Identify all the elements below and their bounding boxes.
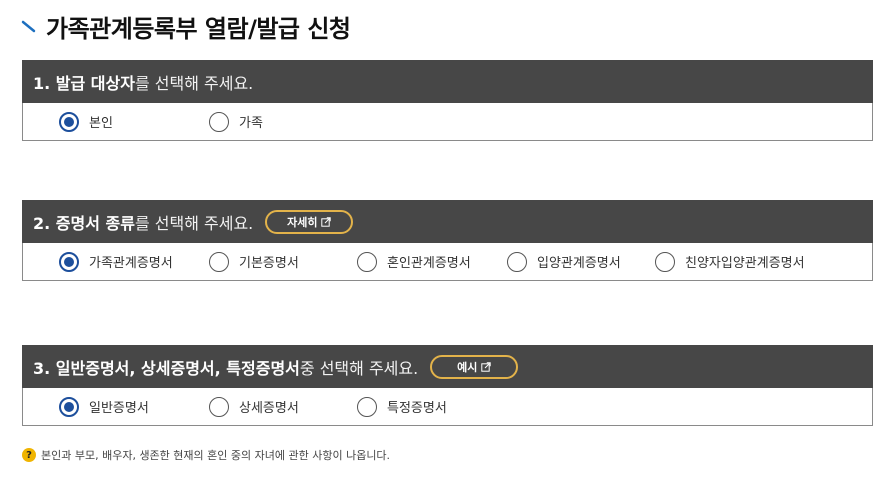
section-certificate-detail-heading-rest: 중 선택해 주세요.	[299, 358, 419, 378]
radio-unselected-icon[interactable]	[655, 251, 675, 272]
radio-option-family-relation[interactable]: 가족관계증명서	[59, 243, 173, 280]
radio-option-marriage[interactable]: 혼인관계증명서	[357, 243, 471, 280]
radio-unselected-icon[interactable]	[507, 251, 527, 272]
example-button[interactable]: 예시	[430, 354, 519, 379]
radio-option-label: 기본증명서	[239, 256, 299, 271]
section-certificate-detail: 3. 일반증명서, 상세증명서, 특정증명서 중 선택해 주세요. 예시 일반증…	[22, 345, 873, 426]
radio-option-label: 가족관계증명서	[89, 256, 173, 271]
external-link-icon	[481, 361, 492, 372]
radio-option-label: 상세증명서	[239, 401, 299, 416]
radio-option-basic[interactable]: 기본증명서	[209, 243, 299, 280]
radio-unselected-icon[interactable]	[209, 111, 229, 132]
section-target: 1. 발급 대상자 를 선택해 주세요. 본인 가족	[22, 60, 873, 141]
radio-option-label: 입양관계증명서	[537, 256, 621, 271]
radio-selected-icon[interactable]	[59, 251, 79, 272]
radio-unselected-icon[interactable]	[209, 396, 229, 417]
help-note-text: 본인과 부모, 배우자, 생존한 현재의 혼인 중의 자녀에 관한 사항이 나옵…	[41, 449, 391, 462]
radio-unselected-icon[interactable]	[209, 251, 229, 272]
radio-option-self[interactable]: 본인	[59, 103, 113, 140]
section-certificate-detail-header: 3. 일반증명서, 상세증명서, 특정증명서 중 선택해 주세요. 예시	[22, 345, 873, 388]
radio-option-label: 혼인관계증명서	[387, 256, 471, 271]
radio-option-label: 친양자입양관계증명서	[685, 256, 805, 271]
section-certificate-type-heading-strong: 2. 증명서 종류	[33, 213, 135, 233]
section-certificate-detail-options: 일반증명서 상세증명서 특정증명서	[22, 388, 873, 426]
radio-option-detailed[interactable]: 상세증명서	[209, 388, 299, 425]
radio-option-family[interactable]: 가족	[209, 103, 263, 140]
section-certificate-type-heading-rest: 를 선택해 주세요.	[134, 213, 254, 233]
section-certificate-type-options: 가족관계증명서 기본증명서 혼인관계증명서 입양관계증명서 친양자입양관계증명서	[22, 243, 873, 281]
details-button[interactable]: 자세히	[265, 209, 354, 234]
radio-unselected-icon[interactable]	[357, 396, 377, 417]
details-button-label: 자세히	[287, 215, 318, 229]
title-slash-icon	[21, 20, 36, 33]
section-certificate-type: 2. 증명서 종류 를 선택해 주세요. 자세히 가족관계증명서 기본증명서 혼인…	[22, 200, 873, 281]
radio-selected-icon[interactable]	[59, 396, 79, 417]
radio-option-label: 일반증명서	[89, 401, 149, 416]
radio-option-label: 특정증명서	[387, 401, 447, 416]
radio-unselected-icon[interactable]	[357, 251, 377, 272]
question-icon: ?	[22, 448, 36, 462]
help-note: ? 본인과 부모, 배우자, 생존한 현재의 혼인 중의 자녀에 관한 사항이 …	[22, 447, 390, 463]
radio-option-general[interactable]: 일반증명서	[59, 388, 149, 425]
section-certificate-detail-heading-strong: 3. 일반증명서, 상세증명서, 특정증명서	[33, 358, 300, 378]
radio-selected-icon[interactable]	[59, 111, 79, 132]
section-target-header: 1. 발급 대상자 를 선택해 주세요.	[22, 60, 873, 103]
example-button-label: 예시	[457, 360, 478, 374]
radio-option-adoption[interactable]: 입양관계증명서	[507, 243, 621, 280]
external-link-icon	[321, 216, 332, 227]
page-title-row: 가족관계등록부 열람/발급 신청	[20, 8, 351, 44]
radio-option-full-adoption[interactable]: 친양자입양관계증명서	[655, 243, 805, 280]
section-target-options: 본인 가족	[22, 103, 873, 141]
page-title: 가족관계등록부 열람/발급 신청	[46, 14, 351, 43]
radio-option-label: 가족	[239, 116, 263, 131]
radio-option-label: 본인	[89, 116, 113, 131]
section-certificate-type-header: 2. 증명서 종류 를 선택해 주세요. 자세히	[22, 200, 873, 243]
section-target-heading-strong: 1. 발급 대상자	[33, 73, 135, 93]
radio-option-specific[interactable]: 특정증명서	[357, 388, 447, 425]
section-target-heading-rest: 를 선택해 주세요.	[134, 73, 254, 93]
